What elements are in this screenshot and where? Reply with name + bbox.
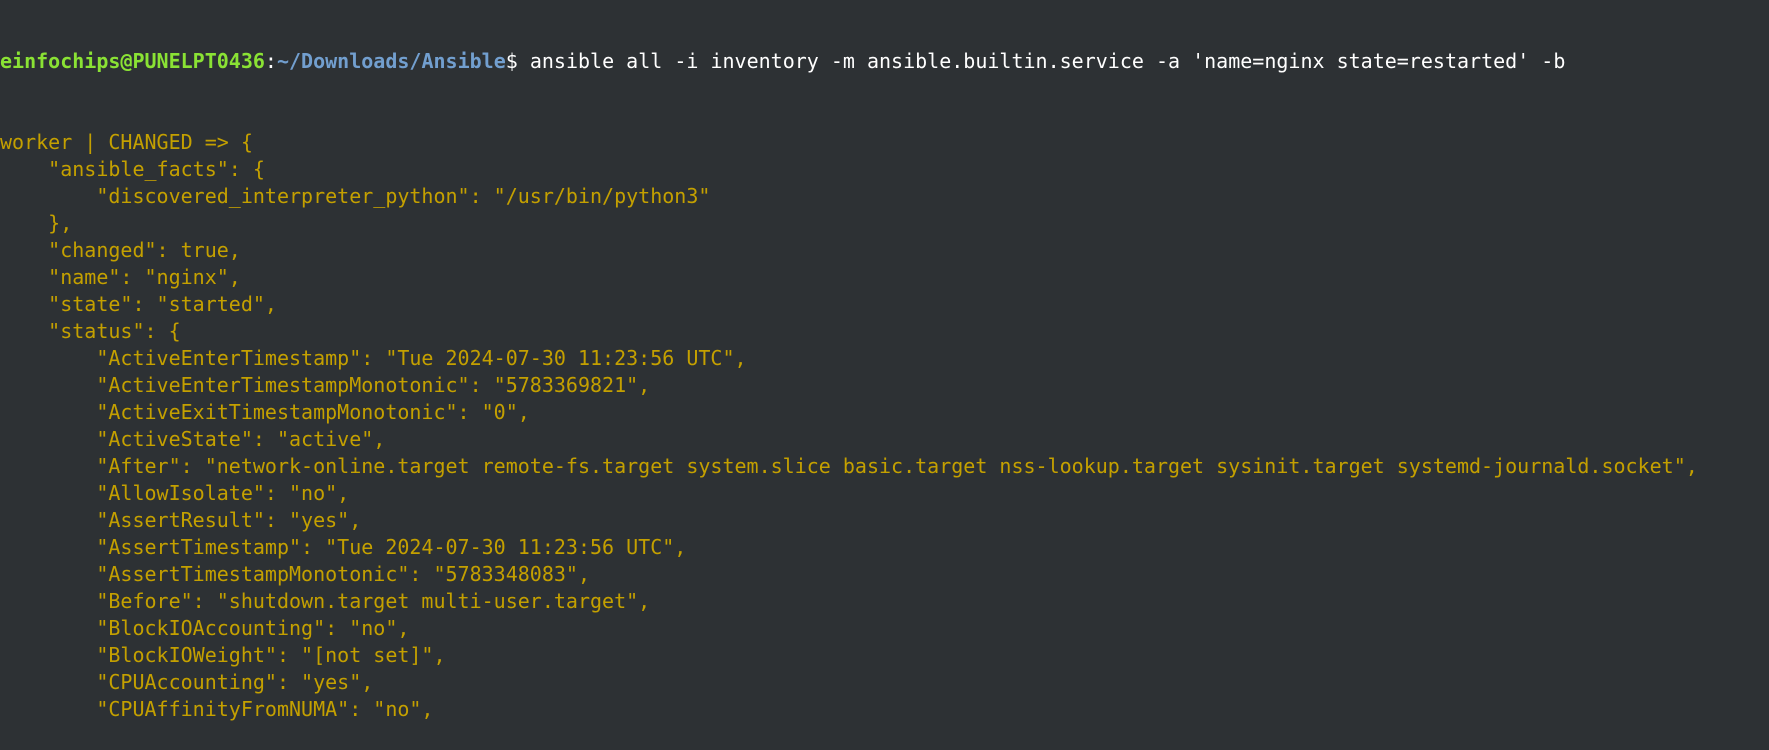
output-line: "name": "nginx", <box>0 265 241 289</box>
output-line: "status": { <box>0 319 181 343</box>
output-line: "BlockIOAccounting": "no", <box>0 616 410 640</box>
output-line: }, <box>0 211 73 235</box>
prompt-line: einfochips@PUNELPT0436:~/Downloads/Ansib… <box>0 48 1698 75</box>
prompt-path: ~/Downloads/Ansible <box>276 49 506 73</box>
output-line: "discovered_interpreter_python": "/usr/b… <box>0 184 711 208</box>
prompt-user-host: einfochips@PUNELPT0436 <box>0 49 265 73</box>
output-line: "AssertResult": "yes", <box>0 508 362 532</box>
output-line: "ActiveEnterTimestamp": "Tue 2024-07-30 … <box>0 346 747 370</box>
output-line: "AllowIsolate": "no", <box>0 481 350 505</box>
command-text: ansible all -i inventory -m ansible.buil… <box>529 49 1566 73</box>
output-line: "changed": true, <box>0 238 241 262</box>
output-line: "After": "network-online.target remote-f… <box>0 454 1698 478</box>
output-line: "ansible_facts": { <box>0 157 265 181</box>
terminal-output[interactable]: einfochips@PUNELPT0436:~/Downloads/Ansib… <box>0 0 1698 750</box>
output-line: "BlockIOWeight": "[not set]", <box>0 643 446 667</box>
prompt-colon: : <box>264 49 277 73</box>
output-line: "Before": "shutdown.target multi-user.ta… <box>0 589 651 613</box>
output-line: "ActiveEnterTimestampMonotonic": "578336… <box>0 373 651 397</box>
output-line: "CPUAffinityFromNUMA": "no", <box>0 697 434 721</box>
output-line: worker | CHANGED => { <box>0 130 253 154</box>
output-line: "CPUAccounting": "yes", <box>0 670 374 694</box>
output-line: "ActiveExitTimestampMonotonic": "0", <box>0 400 530 424</box>
prompt-symbol: $ <box>505 49 530 73</box>
output-line: "AssertTimestamp": "Tue 2024-07-30 11:23… <box>0 535 687 559</box>
output-line: "ActiveState": "active", <box>0 427 386 451</box>
output-line: "state": "started", <box>0 292 277 316</box>
output-line: "AssertTimestampMonotonic": "5783348083"… <box>0 562 591 586</box>
